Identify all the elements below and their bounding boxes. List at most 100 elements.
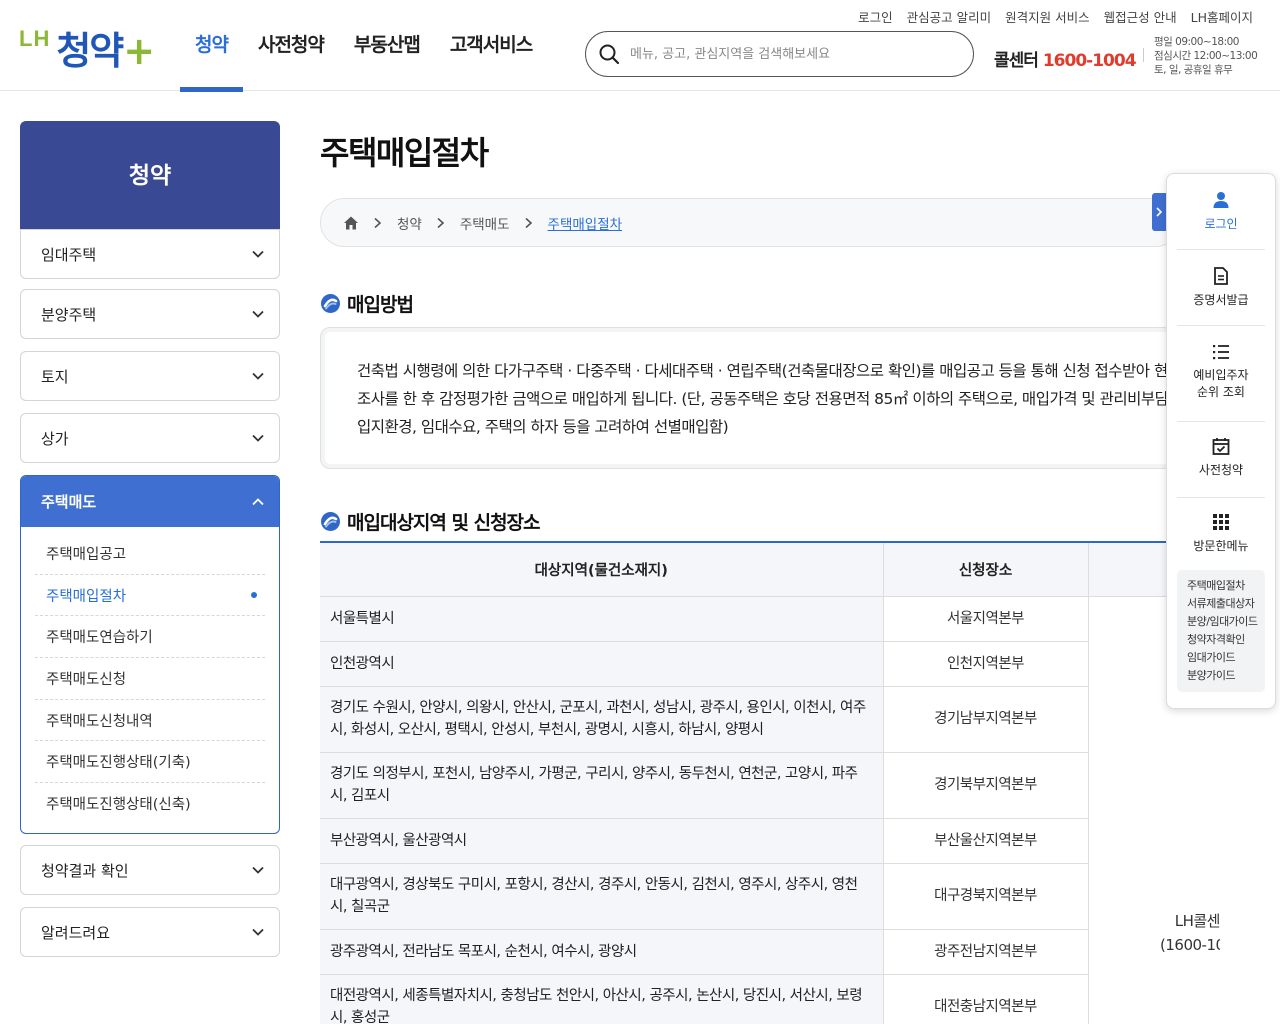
recent-menu-item[interactable]: 임대가이드 bbox=[1187, 649, 1265, 667]
gnb-item-subscription[interactable]: 청약 bbox=[180, 30, 243, 92]
chevron-down-icon bbox=[252, 310, 264, 318]
quick-pre-subscription-button[interactable]: 사전청약 bbox=[1177, 436, 1265, 498]
hours-lunch: 점심시간 12:00~13:00 bbox=[1154, 50, 1258, 62]
region-cell: 서울특별시 bbox=[320, 596, 884, 642]
gnb-item-customer-service[interactable]: 고객서비스 bbox=[435, 30, 547, 91]
sidebar-item-label: 토지 bbox=[41, 367, 69, 386]
sub-item-label: 주택매도진행상태(신축) bbox=[46, 797, 191, 814]
callcenter-number: 1600-1004 bbox=[1042, 51, 1137, 71]
region-cell: 인천광역시 bbox=[320, 641, 884, 687]
search-bar[interactable] bbox=[585, 31, 974, 77]
table-header-row: 대상지역(물건소재지) 신청장소 문의처 bbox=[320, 543, 1220, 597]
util-lh-home-link[interactable]: LH홈페이지 bbox=[1191, 7, 1253, 26]
contact-name: LH콜센터 bbox=[1174, 912, 1220, 930]
sidebar-sub-item[interactable]: 주택매도연습하기 bbox=[35, 616, 265, 659]
recent-menu-item[interactable]: 분양/임대가이드 bbox=[1187, 613, 1265, 631]
quick-waitlist-button[interactable]: 예비입주자 순위 조회 bbox=[1177, 342, 1265, 422]
sidebar-item-house-sale: 주택매도 주택매입공고 주택매입절차 주택매도연습하기 주택매도신청 주택매도신… bbox=[20, 475, 280, 834]
quick-item-label: 예비입주자 순위 조회 bbox=[1193, 368, 1249, 399]
table-row: 부산광역시, 울산광역시 부산울산지역본부 bbox=[320, 818, 1220, 864]
home-icon[interactable] bbox=[343, 215, 359, 231]
quick-item-label: 로그인 bbox=[1204, 217, 1238, 231]
quick-login-button[interactable]: 로그인 bbox=[1177, 190, 1265, 250]
place-cell: 서울지역본부 bbox=[883, 596, 1089, 642]
place-cell: 광주전남지역본부 bbox=[883, 929, 1089, 975]
gnb-item-pre-subscription[interactable]: 사전청약 bbox=[243, 30, 339, 91]
region-cell: 대구광역시, 경상북도 구미시, 포항시, 경산시, 경주시, 안동시, 김천시… bbox=[320, 863, 884, 930]
grid-icon bbox=[1213, 514, 1229, 530]
section-bullet-icon bbox=[321, 294, 340, 313]
region-table-wrapper: 대상지역(물건소재지) 신청장소 문의처 서울특별시 서울지역본부 LH콜센터 … bbox=[320, 541, 1220, 1024]
recent-menu-item[interactable]: 서류제출대상자 bbox=[1187, 595, 1265, 613]
sidebar-item-land[interactable]: 토지 bbox=[20, 351, 280, 401]
sidebar-sub-item[interactable]: 주택매도신청내역 bbox=[35, 700, 265, 742]
util-accessibility-link[interactable]: 웹접근성 안내 bbox=[1104, 7, 1177, 26]
lh-logo[interactable]: LH 청약 + bbox=[19, 20, 155, 70]
sidebar-item-rental[interactable]: 임대주택 bbox=[20, 229, 280, 279]
utility-links: 로그인 관심공고 알리미 원격지원 서비스 웹접근성 안내 LH홈페이지 bbox=[858, 7, 1253, 26]
sidebar-sub-item[interactable]: 주택매도진행상태(신축) bbox=[35, 783, 265, 825]
breadcrumb-item[interactable]: 청약 bbox=[397, 213, 422, 233]
sidebar-item-label: 상가 bbox=[41, 429, 69, 448]
gnb-item-real-estate-map[interactable]: 부동산맵 bbox=[339, 30, 435, 91]
util-login-link[interactable]: 로그인 bbox=[858, 7, 893, 26]
breadcrumb-current[interactable]: 주택매입절차 bbox=[548, 213, 623, 233]
sidebar-item-results[interactable]: 청약결과 확인 bbox=[20, 845, 280, 895]
quick-certificate-button[interactable]: 증명서발급 bbox=[1177, 266, 1265, 326]
hours-holiday: 토, 일, 공휴일 휴무 bbox=[1154, 64, 1233, 76]
sidebar-sub-item[interactable]: 주택매입공고 bbox=[35, 533, 265, 575]
active-dot-icon bbox=[251, 592, 257, 599]
place-cell: 대전충남지역본부 bbox=[883, 974, 1089, 1024]
sidebar-sub-item[interactable]: 주택매도진행상태(기축) bbox=[35, 741, 265, 784]
breadcrumb: 청약 주택매도 주택매입절차 bbox=[320, 198, 1180, 247]
recent-menu-item[interactable]: 청약자격확인 bbox=[1187, 631, 1265, 649]
sidebar-item-label: 알려드려요 bbox=[41, 923, 111, 942]
sidebar-item-commercial[interactable]: 상가 bbox=[20, 413, 280, 463]
search-input[interactable] bbox=[630, 46, 950, 62]
quick-menu-toggle-button[interactable] bbox=[1152, 193, 1166, 231]
region-cell: 대전광역시, 세종특별자치시, 충청남도 천안시, 아산시, 공주시, 논산시,… bbox=[320, 974, 884, 1024]
method-line: 건축법 시행령에 의한 다가구주택 · 다중주택 · 다세대주택 · 연립주택(… bbox=[357, 362, 1220, 380]
sub-item-label: 주택매도연습하기 bbox=[46, 630, 153, 647]
chevron-down-icon bbox=[252, 250, 264, 258]
section-title-region: 매입대상지역 및 신청장소 bbox=[320, 508, 541, 535]
sub-item-label: 주택매도진행상태(기축) bbox=[46, 755, 191, 772]
chevron-right-icon bbox=[373, 217, 383, 229]
recent-menu-item[interactable]: 주택매입절차 bbox=[1187, 577, 1265, 595]
quick-item-label: 증명서발급 bbox=[1193, 293, 1249, 307]
util-alert-link[interactable]: 관심공고 알리미 bbox=[907, 7, 991, 26]
method-line: 조사를 한 후 감정평가한 금액으로 매입하게 됩니다. (단, 공동주택은 호… bbox=[357, 390, 1220, 408]
chevron-down-icon bbox=[252, 866, 264, 874]
recent-menu-item[interactable]: 분양가이드 bbox=[1187, 667, 1265, 685]
chevron-right-icon bbox=[1156, 207, 1163, 217]
sidebar-open-header[interactable]: 주택매도 bbox=[21, 476, 279, 527]
search-icon[interactable] bbox=[598, 43, 620, 65]
sub-item-label: 주택매입절차 bbox=[46, 588, 127, 605]
quick-menu: 로그인 증명서발급 예비입주자 순위 조회 사전청약 방문한메뉴 주택매입절차 … bbox=[1166, 173, 1276, 709]
logo-plus-text: + bbox=[123, 29, 156, 73]
table-row: 대전광역시, 세종특별자치시, 충청남도 천안시, 아산시, 공주시, 논산시,… bbox=[320, 974, 1220, 1024]
place-cell: 인천지역본부 bbox=[883, 641, 1089, 687]
section-title-method: 매입방법 bbox=[320, 290, 414, 317]
quick-item-label: 방문한메뉴 bbox=[1193, 539, 1249, 553]
header: LH 청약 + 청약 사전청약 부동산맵 고객서비스 로그인 관심공고 알리미 … bbox=[0, 0, 1280, 92]
section-bullet-icon bbox=[321, 512, 340, 531]
logo-lh-text: LH bbox=[19, 26, 51, 51]
sidebar-item-label: 주택매도 bbox=[41, 493, 97, 511]
sidebar-sub-list: 주택매입공고 주택매입절차 주택매도연습하기 주택매도신청 주택매도신청내역 주… bbox=[21, 527, 279, 825]
breadcrumb-item[interactable]: 주택매도 bbox=[460, 213, 510, 233]
sidebar-item-label: 청약결과 확인 bbox=[41, 861, 129, 880]
chevron-down-icon bbox=[252, 928, 264, 936]
sub-item-label: 주택매입공고 bbox=[46, 546, 127, 563]
util-remote-support-link[interactable]: 원격지원 서비스 bbox=[1005, 7, 1089, 26]
sidebar-item-notice[interactable]: 알려드려요 bbox=[20, 907, 280, 957]
sidebar-sub-item-active[interactable]: 주택매입절차 bbox=[35, 575, 265, 617]
sidebar-item-sale[interactable]: 분양주택 bbox=[20, 289, 280, 339]
recent-menu-list: 주택매입절차 서류제출대상자 분양/임대가이드 청약자격확인 임대가이드 분양가… bbox=[1177, 570, 1265, 692]
region-cell: 경기도 의정부시, 포천시, 남양주시, 가평군, 구리시, 양주시, 동두천시… bbox=[320, 752, 884, 819]
callcenter-label: 콜센터 bbox=[994, 51, 1039, 71]
table-row: 광주광역시, 전라남도 목포시, 순천시, 여수시, 광양시 광주전남지역본부 bbox=[320, 929, 1220, 975]
place-cell: 대구경북지역본부 bbox=[883, 863, 1089, 930]
sidebar-title: 청약 bbox=[20, 121, 280, 236]
sidebar-sub-item[interactable]: 주택매도신청 bbox=[35, 658, 265, 700]
